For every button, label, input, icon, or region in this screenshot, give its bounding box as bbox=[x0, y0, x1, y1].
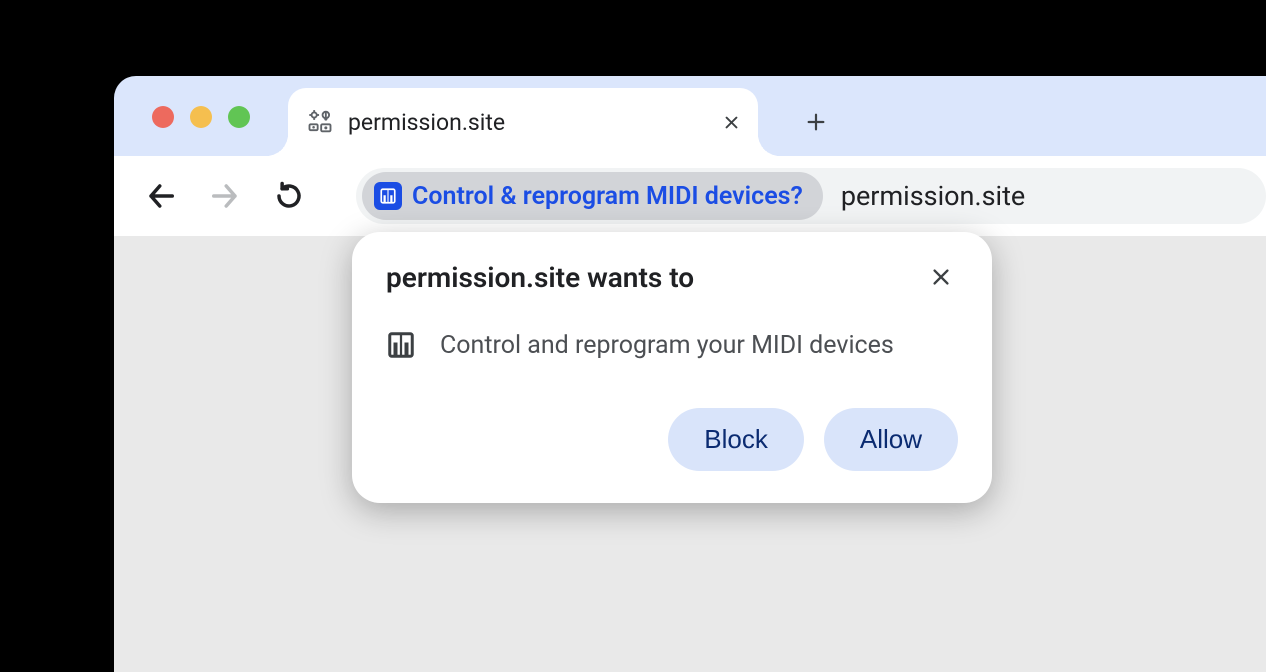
reload-button[interactable] bbox=[268, 175, 310, 217]
back-button[interactable] bbox=[140, 175, 182, 217]
block-button[interactable]: Block bbox=[668, 408, 804, 471]
tab-close-button[interactable] bbox=[718, 109, 744, 135]
permission-chip-text: Control & reprogram MIDI devices? bbox=[412, 182, 803, 211]
forward-button[interactable] bbox=[204, 175, 246, 217]
browser-window: permission.site Cont bbox=[114, 76, 1266, 672]
dialog-close-button[interactable] bbox=[924, 260, 958, 294]
toolbar: Control & reprogram MIDI devices? permis… bbox=[114, 156, 1266, 236]
window-close-button[interactable] bbox=[152, 106, 174, 128]
window-minimize-button[interactable] bbox=[190, 106, 212, 128]
browser-tab[interactable]: permission.site bbox=[288, 88, 758, 156]
midi-chip-icon bbox=[374, 182, 402, 210]
tab-favicon-icon bbox=[306, 108, 334, 136]
midi-icon bbox=[386, 330, 416, 360]
address-bar[interactable]: Control & reprogram MIDI devices? permis… bbox=[356, 168, 1266, 224]
permission-chip[interactable]: Control & reprogram MIDI devices? bbox=[362, 172, 823, 220]
tab-title: permission.site bbox=[348, 109, 704, 136]
dialog-header: permission.site wants to bbox=[386, 260, 958, 294]
window-maximize-button[interactable] bbox=[228, 106, 250, 128]
dialog-title: permission.site wants to bbox=[386, 261, 694, 294]
window-controls bbox=[152, 106, 250, 128]
url-text: permission.site bbox=[841, 180, 1025, 212]
tab-strip: permission.site bbox=[288, 88, 836, 156]
dialog-description: Control and reprogram your MIDI devices bbox=[440, 331, 894, 360]
dialog-body: Control and reprogram your MIDI devices bbox=[386, 330, 958, 360]
dialog-actions: Block Allow bbox=[386, 408, 958, 471]
permission-dialog: permission.site wants to Control and rep… bbox=[352, 232, 992, 503]
nav-group bbox=[140, 175, 310, 217]
allow-button[interactable]: Allow bbox=[824, 408, 958, 471]
new-tab-button[interactable] bbox=[796, 102, 836, 142]
